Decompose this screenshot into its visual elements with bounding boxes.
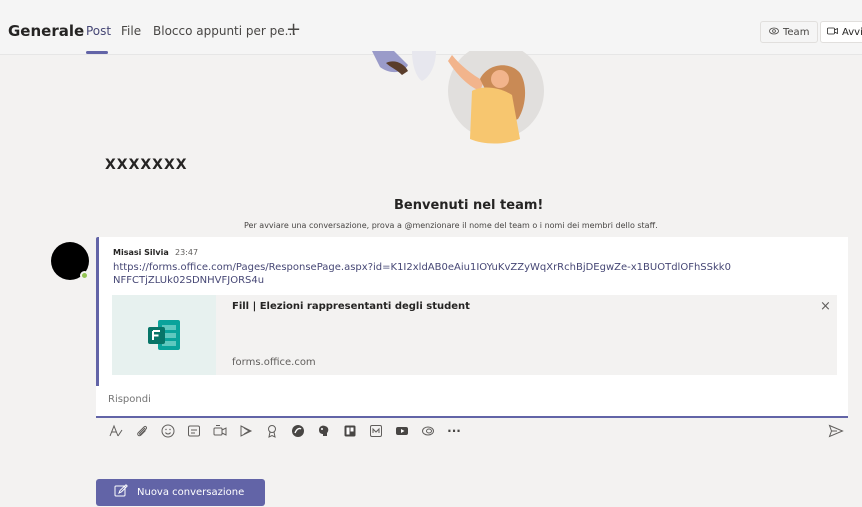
preview-thumbnail: [112, 295, 216, 375]
emoji-icon[interactable]: [160, 423, 176, 439]
loop-icon[interactable]: [420, 423, 436, 439]
team-button-label: Team: [783, 26, 810, 38]
send-icon[interactable]: [828, 423, 844, 439]
team-name: XXXXXXX: [105, 157, 188, 173]
trello-icon[interactable]: [342, 423, 358, 439]
app-icon[interactable]: [316, 423, 332, 439]
meet-button[interactable]: Avvia: [820, 21, 862, 43]
channel-header: Generale Post File Blocco appunti per pe…: [0, 0, 862, 55]
new-conversation-button[interactable]: Nuova conversazione: [96, 479, 265, 506]
active-tab-indicator: [86, 51, 108, 54]
post-time: 23:47: [175, 248, 199, 257]
giphy-icon[interactable]: [186, 423, 202, 439]
post-message: Misasi Silvia 23:47 https://forms.office…: [96, 237, 848, 386]
teams-app: Generale Post File Blocco appunti per pe…: [0, 0, 862, 507]
welcome-illustration: [372, 51, 544, 144]
tab-post[interactable]: Post: [86, 24, 111, 38]
preview-domain: forms.office.com: [232, 357, 316, 368]
meet-now-icon[interactable]: [212, 423, 228, 439]
tab-notebook[interactable]: Blocco appunti per pe...: [153, 24, 296, 38]
post-link[interactable]: https://forms.office.com/Pages/ResponseP…: [113, 261, 733, 287]
more-icon[interactable]: ···: [446, 423, 462, 439]
reply-box[interactable]: [96, 386, 848, 418]
tab-file[interactable]: File: [121, 24, 141, 38]
reply-input[interactable]: [108, 394, 828, 405]
new-conversation-label: Nuova conversazione: [137, 487, 245, 498]
welcome-subtitle: Per avviare una conversazione, prova a @…: [244, 221, 658, 230]
preview-title: Fill | Elezioni rappresentanti degli stu…: [232, 301, 470, 312]
add-tab-button[interactable]: +: [286, 19, 301, 40]
presence-indicator: [80, 271, 89, 280]
attach-icon[interactable]: [134, 423, 150, 439]
close-icon[interactable]: ×: [820, 299, 831, 314]
praise-icon[interactable]: [264, 423, 280, 439]
compose-toolbar: ···: [100, 421, 848, 441]
link-preview-card[interactable]: Fill | Elezioni rappresentanti degli stu…: [112, 295, 837, 375]
compose-icon: [114, 484, 128, 501]
stream-icon[interactable]: [238, 423, 254, 439]
team-button[interactable]: Team: [760, 21, 819, 43]
video-camera-icon: [827, 26, 838, 39]
channel-title: Generale: [8, 22, 85, 40]
eye-icon: [769, 26, 779, 39]
stickers-icon[interactable]: [290, 423, 306, 439]
youtube-icon[interactable]: [394, 423, 410, 439]
meet-button-label: Avvia: [842, 26, 862, 38]
planner-icon[interactable]: [368, 423, 384, 439]
conversation-area: XXXXXXX Benvenuti nel team! Per avviare …: [0, 51, 862, 507]
welcome-title: Benvenuti nel team!: [394, 198, 544, 213]
post-author: Misasi Silvia: [113, 248, 169, 257]
microsoft-forms-icon: [148, 320, 180, 350]
format-icon[interactable]: [108, 423, 124, 439]
